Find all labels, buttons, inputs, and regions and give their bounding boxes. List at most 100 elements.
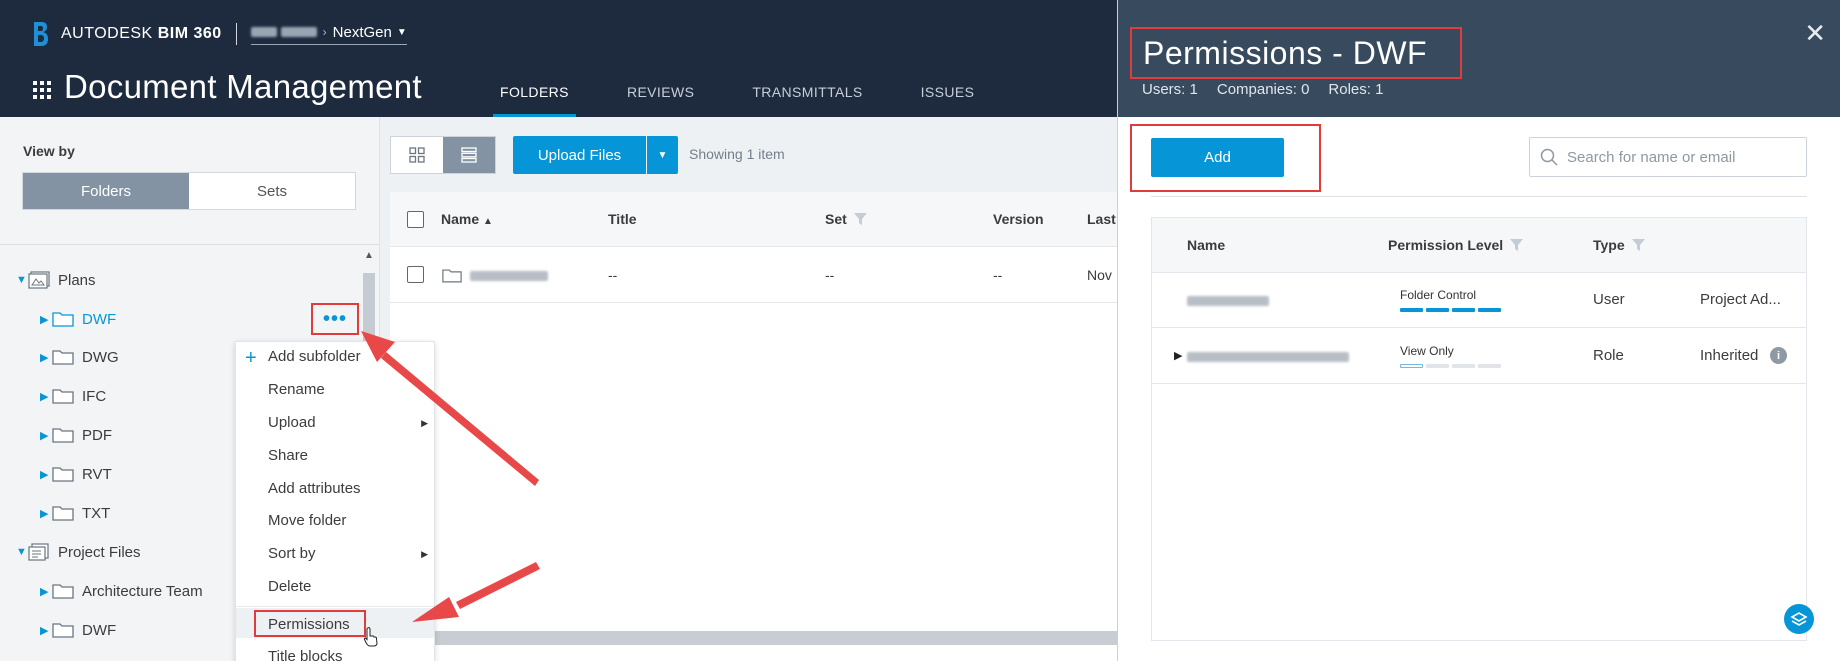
app-launcher-icon[interactable] [32,80,52,100]
permission-level-meter[interactable] [1400,308,1501,312]
expand-caret-icon[interactable]: ▶ [40,390,52,403]
folders-toggle-button[interactable]: Folders [23,173,189,209]
upload-files-button[interactable]: Upload Files [513,136,646,174]
brand-divider [235,23,237,45]
tree-item-ifc[interactable]: ▶ IFC [40,384,106,408]
menu-item-delete[interactable]: Delete [268,578,311,595]
tree-item-pdf[interactable]: ▶ PDF [40,423,112,447]
divider [1151,196,1807,197]
users-count: Users: 1 [1142,81,1198,98]
permission-level-label: Folder Control [1400,288,1477,302]
tab-reviews[interactable]: REVIEWS [627,70,694,117]
tab-issues[interactable]: ISSUES [921,70,975,117]
menu-item-rename[interactable]: Rename [268,381,325,398]
menu-item-upload[interactable]: Upload [268,414,316,431]
tab-transmittals[interactable]: TRANSMITTALS [752,70,862,117]
folder-name-redacted[interactable] [470,271,548,281]
tree-item-dwf-2[interactable]: ▶ DWF [40,618,116,642]
select-all-checkbox[interactable] [407,211,424,228]
expand-caret-icon[interactable]: ▶ [40,429,52,442]
folder-more-actions-button[interactable]: ••• [311,303,359,335]
menu-item-title-blocks[interactable]: Title blocks [268,648,342,661]
role-name-redacted [1187,352,1349,362]
permissions-stats: Users: 1 Companies: 0 Roles: 1 [1142,81,1383,98]
project-selector[interactable]: › NextGen ▼ [250,24,407,45]
brand: AUTODESK BIM 360 › NextGen ▼ [33,22,407,46]
filter-icon[interactable] [1631,239,1645,251]
module-tabs: FOLDERS REVIEWS TRANSMITTALS ISSUES [493,70,1032,117]
column-header-title[interactable]: Title [608,211,637,227]
tree-item-label: DWG [82,348,119,366]
level-bar [1400,308,1423,312]
member-type: User [1593,291,1625,308]
list-view-button[interactable] [443,137,495,173]
permission-level-meter[interactable] [1400,364,1501,368]
member-search[interactable] [1529,137,1807,177]
menu-item-add-subfolder[interactable]: Add subfolder [268,348,361,365]
expand-caret-icon[interactable]: ▶ [40,468,52,481]
permissions-title: Permissions - DWF [1130,27,1462,79]
grid-view-button[interactable] [391,137,443,173]
expand-caret-icon[interactable]: ▶ [40,351,52,364]
column-header-last[interactable]: Last [1087,211,1116,227]
tree-item-dwf[interactable]: ▶ DWF [40,307,116,331]
expand-caret-icon[interactable]: ▼ [16,546,28,558]
menu-item-add-attributes[interactable]: Add attributes [268,480,361,497]
column-header-type[interactable]: Type [1593,237,1645,253]
view-mode-switch [390,136,496,174]
menu-divider [236,606,434,607]
submenu-arrow-icon: ▶ [421,418,428,428]
tree-item-txt[interactable]: ▶ TXT [40,501,110,525]
tree-item-label: DWF [82,310,117,328]
tree-item-dwg[interactable]: ▶ DWG [40,345,119,369]
brand-name: AUTODESK BIM 360 [61,25,222,42]
level-bar [1478,308,1501,312]
expand-caret-icon[interactable]: ▶ [40,507,52,520]
tree-item-plans[interactable]: ▼ Plans [16,268,96,292]
permissions-header: Permissions - DWF Users: 1 Companies: 0 … [1118,0,1840,117]
level-bar [1426,308,1449,312]
menu-item-sort-by[interactable]: Sort by [268,545,316,562]
expand-caret-icon[interactable]: ▶ [40,585,52,598]
help-icon[interactable] [1784,604,1814,634]
sets-toggle-button[interactable]: Sets [189,173,355,209]
folder-icon [52,623,74,638]
close-icon[interactable]: ✕ [1804,18,1826,49]
table-row[interactable]: ▶ View Only Role Inherited i [1152,329,1806,384]
permissions-table: Name Permission Level Type Folder Contro… [1151,217,1807,641]
tree-item-label: PDF [82,426,112,444]
menu-item-move-folder[interactable]: Move folder [268,512,346,529]
companies-count: Companies: 0 [1216,81,1310,98]
table-row[interactable]: -- -- -- Nov [390,248,1117,303]
tab-folders[interactable]: FOLDERS [493,70,576,117]
member-role: Project Ad... [1700,291,1781,308]
tree-item-project-files[interactable]: ▼ Project Files [16,540,141,564]
column-header-name[interactable]: Name [1187,237,1225,253]
expand-caret-icon[interactable]: ▼ [16,274,28,286]
menu-item-permissions[interactable]: Permissions [268,616,350,633]
add-member-button[interactable]: Add [1151,138,1284,177]
table-header: Name ▲ Title Set Version Last [390,192,1117,247]
expand-caret-icon[interactable]: ▶ [1174,349,1182,362]
tree-item-rvt[interactable]: ▶ RVT [40,462,112,486]
plans-set-icon [28,271,50,289]
search-input[interactable] [1567,148,1787,166]
column-header-version[interactable]: Version [993,211,1044,227]
expand-caret-icon[interactable]: ▶ [40,624,52,637]
upload-dropdown-icon[interactable]: ▼ [647,136,678,174]
expand-caret-icon[interactable]: ▶ [40,313,52,326]
filter-icon[interactable] [853,213,867,225]
column-header-set[interactable]: Set [825,211,867,227]
view-by-label: View by [23,143,75,159]
info-icon[interactable]: i [1770,347,1787,364]
column-header-name[interactable]: Name ▲ [441,211,493,227]
scroll-up-icon[interactable]: ▲ [364,250,374,261]
tree-item-architecture-team[interactable]: ▶ Architecture Team [40,579,203,603]
menu-item-share[interactable]: Share [268,447,308,464]
horizontal-scrollbar[interactable] [380,631,1117,645]
filter-icon[interactable] [1510,239,1524,251]
column-header-permission-level[interactable]: Permission Level [1388,237,1524,253]
roles-count: Roles: 1 [1328,81,1384,98]
table-row[interactable]: Folder Control User Project Ad... [1152,273,1806,328]
row-checkbox[interactable] [407,266,424,283]
